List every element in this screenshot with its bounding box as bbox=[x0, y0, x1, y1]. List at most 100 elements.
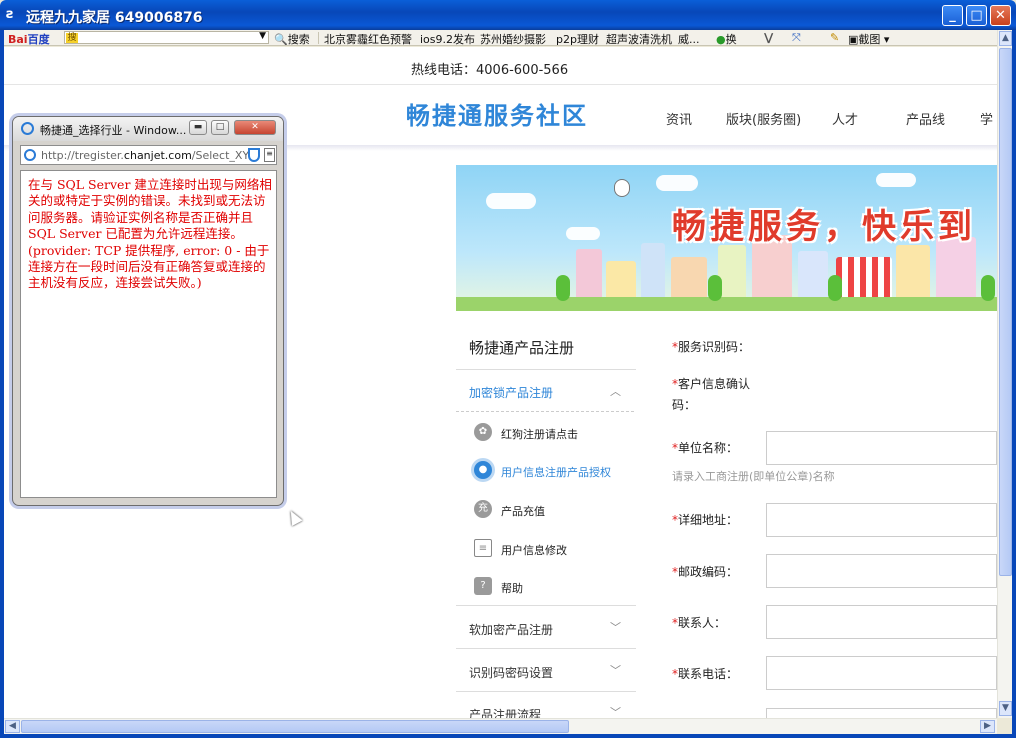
toolbar-divider bbox=[318, 32, 319, 44]
nav-item-news[interactable]: 资讯 bbox=[666, 109, 692, 128]
menu-divider-dashed bbox=[456, 411, 636, 412]
chevron-down-icon[interactable]: ▼ bbox=[259, 31, 266, 41]
postcode-label: *邮政编码： bbox=[672, 565, 739, 579]
search-highlight-icon: 搜 bbox=[66, 33, 78, 43]
customer-code-label-cont: 码： bbox=[672, 398, 697, 412]
menu-item-redgog-register[interactable]: ✿ 红狗注册请点击 bbox=[474, 423, 634, 445]
translate-button[interactable]: ●换 bbox=[716, 31, 737, 46]
popup-titlebar[interactable]: 畅捷通_选择行业 - Window... ▬ □ ✕ bbox=[13, 117, 283, 141]
tree-shape bbox=[981, 275, 995, 301]
menu-item-user-auth[interactable]: ● 用户信息注册产品授权 bbox=[474, 461, 634, 483]
hot-link-5[interactable]: 超声波清洗机 bbox=[606, 31, 672, 45]
horizontal-scroll-thumb[interactable] bbox=[21, 720, 569, 733]
nav-item-learn[interactable]: 学 bbox=[980, 109, 993, 128]
popup-close-button[interactable]: ✕ bbox=[234, 120, 276, 135]
menu-item-help[interactable]: ? 帮助 bbox=[474, 577, 634, 599]
close-button[interactable]: ✕ bbox=[990, 5, 1011, 26]
screenshot-button[interactable]: ▣截图 ▾ bbox=[848, 31, 889, 46]
house-shape bbox=[896, 245, 930, 297]
window-frame-bottom bbox=[0, 734, 1016, 738]
hot-link-1[interactable]: 北京雾霾红色预警 bbox=[324, 31, 412, 45]
customer-code-label: *客户信息确认 bbox=[672, 377, 751, 391]
scroll-right-arrow-icon[interactable]: ▶ bbox=[980, 720, 995, 733]
company-name-input[interactable] bbox=[766, 431, 997, 465]
menu-divider bbox=[456, 648, 636, 649]
postcode-input[interactable] bbox=[766, 554, 997, 588]
menu-item-label: 产品充值 bbox=[501, 505, 545, 518]
popup-window[interactable]: 畅捷通_选择行业 - Window... ▬ □ ✕ http://tregis… bbox=[12, 116, 284, 506]
sql-error-message: 在与 SQL Server 建立连接时出现与网络相关的或特定于实例的错误。未找到… bbox=[28, 177, 272, 291]
horizontal-scrollbar[interactable]: ◀ ▶ bbox=[4, 718, 997, 734]
menu-item-edit-user-info[interactable]: ≡ 用户信息修改 bbox=[474, 539, 634, 561]
menu-section-code-password[interactable]: 识别码密码设置 bbox=[469, 664, 553, 681]
chevron-down-icon[interactable]: ﹀ bbox=[610, 662, 621, 678]
popup-url: http://tregister.chanjet.com/Select_XY bbox=[41, 149, 250, 162]
collapse-chevron-icon[interactable]: ⋁ bbox=[764, 31, 773, 44]
baidu-logo[interactable]: Bai百度 bbox=[8, 31, 50, 45]
hot-link-2[interactable]: ios9.2发布 bbox=[420, 31, 475, 45]
refresh-icon: ● bbox=[716, 33, 726, 46]
popup-maximize-button[interactable]: □ bbox=[211, 120, 229, 135]
menu-divider bbox=[456, 369, 636, 370]
menu-divider bbox=[456, 605, 636, 606]
house-shape bbox=[718, 245, 746, 297]
screenshot-icon: ▣ bbox=[848, 33, 859, 46]
menu-item-recharge[interactable]: 充 产品充值 bbox=[474, 500, 634, 522]
banner-slogan: 畅捷服务，快乐到 bbox=[672, 207, 976, 247]
site-logo-title[interactable]: 畅捷通服务社区 bbox=[406, 96, 588, 131]
vertical-scrollbar[interactable]: ▲ ▼ bbox=[997, 30, 1012, 718]
phone-input[interactable] bbox=[766, 656, 997, 690]
cloud-shape bbox=[876, 173, 916, 187]
chevron-down-icon[interactable]: ﹀ bbox=[610, 619, 621, 635]
security-shield-icon[interactable] bbox=[248, 148, 260, 162]
house-shape bbox=[576, 249, 602, 297]
charge-icon: 充 bbox=[474, 500, 492, 518]
fullscreen-icon[interactable]: ⤧ bbox=[792, 31, 801, 45]
page-icon[interactable]: ≡ bbox=[264, 148, 275, 162]
nav-item-products[interactable]: 产品线 bbox=[906, 109, 945, 128]
ie-icon bbox=[21, 122, 34, 135]
help-icon: ? bbox=[474, 577, 492, 595]
house-shape bbox=[606, 261, 636, 297]
register-menu-title: 畅捷通产品注册 bbox=[469, 339, 575, 357]
nav-item-talent[interactable]: 人才 bbox=[832, 109, 858, 128]
hot-link-6[interactable]: 威... bbox=[678, 31, 700, 45]
nav-item-forum[interactable]: 版块(服务圈) bbox=[726, 109, 801, 128]
address-input[interactable] bbox=[766, 503, 997, 537]
chevron-up-icon[interactable]: ︿ bbox=[610, 383, 621, 399]
menu-section-soft-register[interactable]: 软加密产品注册 bbox=[469, 621, 553, 638]
menu-item-label: 红狗注册请点击 bbox=[501, 428, 578, 441]
popup-minimize-button[interactable]: ▬ bbox=[189, 120, 207, 135]
scroll-down-arrow-icon[interactable]: ▼ bbox=[999, 701, 1012, 716]
tree-shape bbox=[556, 275, 570, 301]
toolbar-search-button[interactable]: 🔍搜索 bbox=[274, 31, 310, 45]
hot-link-3[interactable]: 苏州婚纱摄影 bbox=[480, 31, 546, 45]
maximize-button[interactable]: □ bbox=[966, 5, 987, 26]
window-titlebar[interactable]: ƨ 远程九九家居 649006876 _ □ ✕ bbox=[0, 0, 1016, 30]
next-field-input[interactable] bbox=[766, 708, 997, 718]
menu-section-register-process[interactable]: 产品注册流程 bbox=[469, 706, 541, 718]
menu-section-dongle-register[interactable]: 加密锁产品注册 bbox=[469, 384, 553, 401]
scroll-left-arrow-icon[interactable]: ◀ bbox=[5, 720, 20, 733]
remote-app-icon: ƨ bbox=[6, 7, 14, 22]
minimize-button[interactable]: _ bbox=[942, 5, 963, 26]
popup-address-bar[interactable]: http://tregister.chanjet.com/Select_XY ≡ bbox=[20, 145, 277, 165]
menu-item-label: 用户信息修改 bbox=[501, 544, 567, 557]
chevron-down-icon[interactable]: ﹀ bbox=[610, 704, 621, 718]
header-divider bbox=[4, 84, 997, 85]
scroll-up-arrow-icon[interactable]: ▲ bbox=[999, 31, 1012, 46]
cloud-shape bbox=[656, 175, 698, 191]
service-code-label: *服务识别码： bbox=[672, 340, 751, 354]
window-frame-right bbox=[1012, 30, 1016, 738]
menu-divider bbox=[456, 691, 636, 692]
house-shape bbox=[798, 251, 828, 297]
pen-icon[interactable]: ✎ bbox=[830, 31, 839, 44]
hotline-text: 热线电话：4006-600-566 bbox=[411, 63, 569, 78]
vertical-scroll-thumb[interactable] bbox=[999, 48, 1012, 576]
badge-icon: ✿ bbox=[474, 423, 492, 441]
address-label: *详细地址： bbox=[672, 513, 739, 527]
hot-link-4[interactable]: p2p理财 bbox=[556, 31, 599, 45]
toolbar-search-input[interactable]: 搜 ▼ bbox=[64, 31, 269, 44]
contact-input[interactable] bbox=[766, 605, 997, 639]
company-name-hint: 请录入工商注册(即单位公章)名称 bbox=[672, 470, 835, 483]
